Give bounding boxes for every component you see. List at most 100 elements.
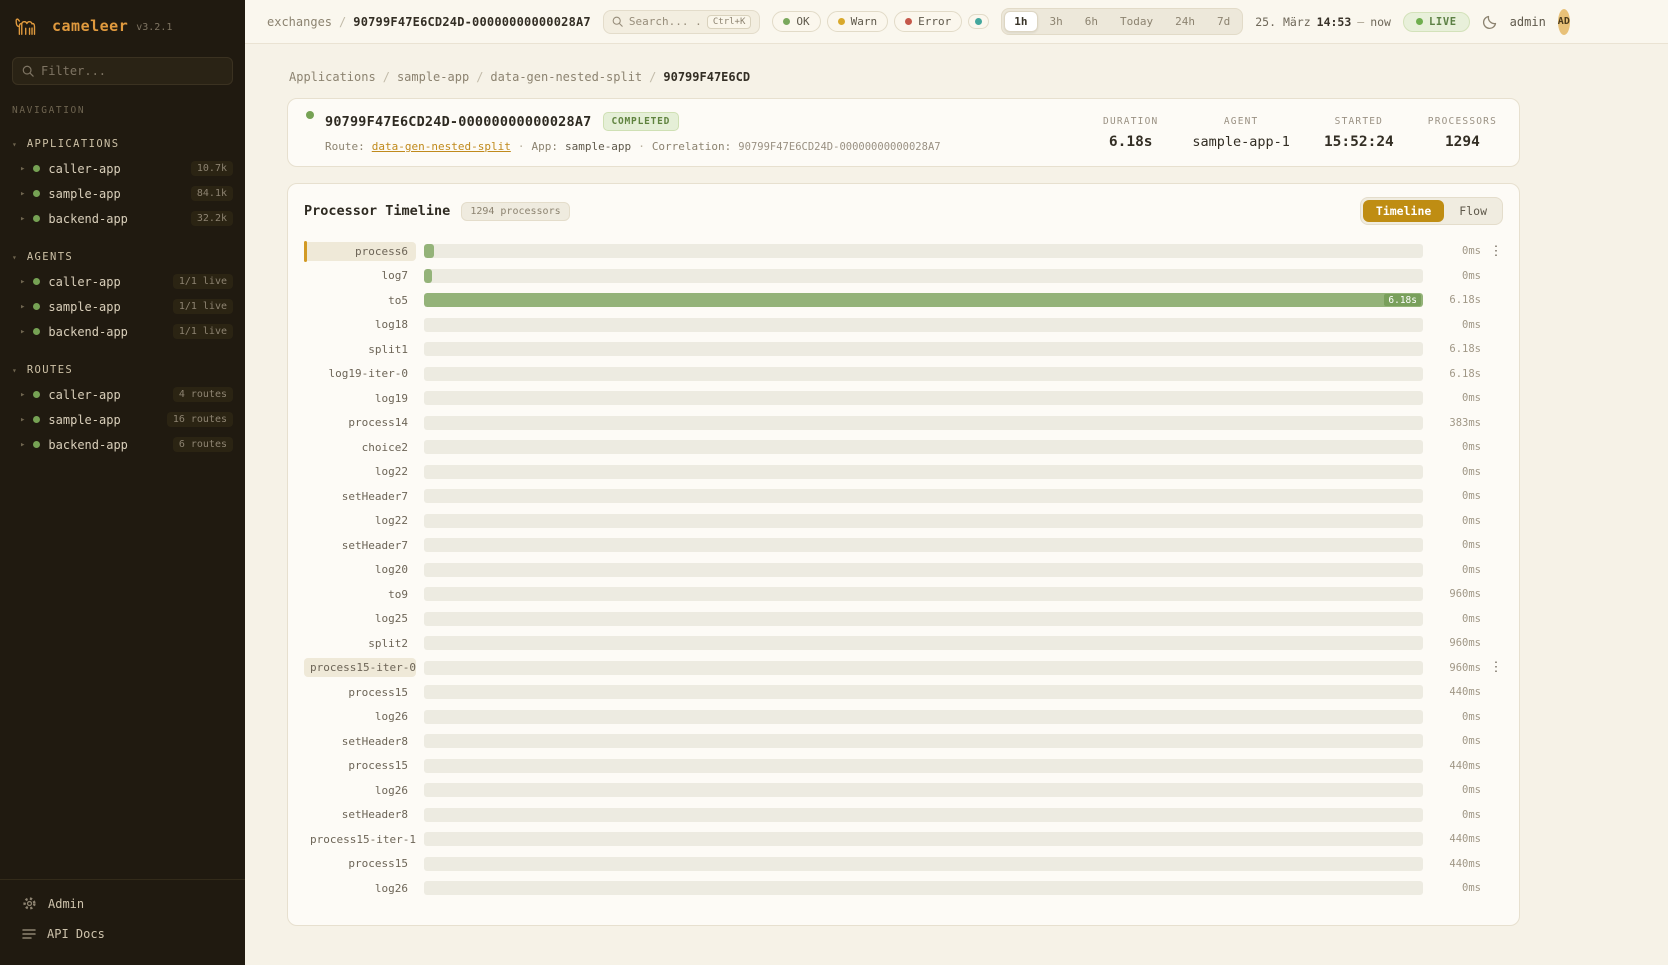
timeline-row[interactable]: process15440ms	[304, 852, 1503, 877]
timeline-track	[424, 465, 1423, 479]
processor-name: log7	[304, 266, 416, 285]
chevron-right-icon: ▸	[20, 440, 25, 450]
live-badge[interactable]: LIVE	[1403, 12, 1470, 32]
timeline-row[interactable]: to56.18s6.18s	[304, 288, 1503, 313]
timeline-row[interactable]: log220ms	[304, 509, 1503, 534]
sidebar-item-sample-app[interactable]: ▸sample-app84.1k	[0, 181, 245, 206]
status-dot	[33, 416, 40, 423]
time-range-3h[interactable]: 3h	[1040, 11, 1073, 32]
timeline-row[interactable]: process14383ms	[304, 411, 1503, 436]
footer-item-api-docs[interactable]: API Docs	[0, 919, 245, 949]
breadcrumb-item[interactable]: data-gen-nested-split	[490, 70, 642, 84]
search-input[interactable]	[629, 15, 701, 28]
sidebar-section: ▾AGENTS▸caller-app1/1 live▸sample-app1/1…	[0, 245, 245, 344]
sidebar-item-sample-app[interactable]: ▸sample-app16 routes	[0, 407, 245, 432]
sidebar-item-caller-app[interactable]: ▸caller-app10.7k	[0, 156, 245, 181]
timeline-row[interactable]: split2960ms	[304, 631, 1503, 656]
timeline-row[interactable]: setHeader70ms	[304, 533, 1503, 558]
time-range-6h[interactable]: 6h	[1075, 11, 1108, 32]
time-range-1h[interactable]: 1h	[1004, 11, 1037, 32]
sidebar-item-caller-app[interactable]: ▸caller-app4 routes	[0, 382, 245, 407]
timeline-row[interactable]: log250ms	[304, 607, 1503, 632]
sidebar-section-header[interactable]: ▾ROUTES	[0, 358, 245, 382]
breadcrumb-section[interactable]: exchanges	[267, 15, 332, 29]
row-duration: 6.18s	[1431, 294, 1481, 306]
row-duration: 0ms	[1431, 735, 1481, 747]
footer-item-admin[interactable]: Admin	[0, 888, 245, 919]
filter-chip-extra[interactable]	[968, 14, 989, 29]
app-value: sample-app	[565, 140, 631, 153]
sidebar-footer: AdminAPI Docs	[0, 879, 245, 965]
timeline-row[interactable]: setHeader80ms	[304, 803, 1503, 828]
timeline-row[interactable]: log180ms	[304, 313, 1503, 338]
time-range-today[interactable]: Today	[1110, 11, 1163, 32]
timeline-row[interactable]: log19-iter-06.18s	[304, 362, 1503, 387]
meta-separator: ·	[518, 140, 525, 153]
processor-count-badge: 1294 processors	[461, 202, 569, 221]
breadcrumb-item[interactable]: Applications	[289, 70, 376, 84]
timeline-row[interactable]: to9960ms	[304, 582, 1503, 607]
kebab-menu-icon[interactable]: ⋮	[1489, 660, 1503, 675]
row-duration: 0ms	[1431, 784, 1481, 796]
sidebar-section-header[interactable]: ▾AGENTS	[0, 245, 245, 269]
stat-value: sample-app-1	[1192, 134, 1290, 150]
chevron-down-icon: ▾	[12, 140, 17, 149]
timeline-row[interactable]: process60ms⋮	[304, 239, 1503, 264]
timeline-bar	[424, 244, 434, 258]
timeline-row[interactable]: process15440ms	[304, 680, 1503, 705]
filter-chip-ok[interactable]: OK	[772, 11, 820, 32]
timeline-row[interactable]: process15-iter-1440ms	[304, 827, 1503, 852]
row-duration: 6.18s	[1431, 368, 1481, 380]
moon-icon[interactable]	[1482, 14, 1498, 30]
sidebar-item-backend-app[interactable]: ▸backend-app32.2k	[0, 206, 245, 231]
sidebar-item-sample-app[interactable]: ▸sample-app1/1 live	[0, 294, 245, 319]
avatar[interactable]: AD	[1558, 9, 1570, 35]
timeline-row[interactable]: setHeader80ms	[304, 729, 1503, 754]
timeline-row[interactable]: process15440ms	[304, 754, 1503, 779]
timeline-row[interactable]: setHeader70ms	[304, 484, 1503, 509]
timeline-row[interactable]: log70ms	[304, 264, 1503, 289]
kebab-menu-icon[interactable]: ⋮	[1489, 244, 1503, 259]
filter-chip-error[interactable]: Error	[894, 11, 962, 32]
sidebar-item-label: backend-app	[48, 325, 127, 339]
sidebar-item-backend-app[interactable]: ▸backend-app1/1 live	[0, 319, 245, 344]
processor-name: setHeader7	[304, 536, 416, 555]
timeline-row[interactable]: log260ms	[304, 876, 1503, 901]
filter-input[interactable]	[41, 64, 223, 78]
row-duration: 960ms	[1431, 588, 1481, 600]
timeline-row[interactable]: log260ms	[304, 778, 1503, 803]
view-toggle-timeline[interactable]: Timeline	[1363, 200, 1444, 222]
breadcrumb: exchanges / 90799F47E6CD24D-000000000000…	[267, 15, 591, 29]
main-content: Applications/sample-app/data-gen-nested-…	[245, 44, 1668, 965]
date-range[interactable]: 25. März 14:53 — now	[1255, 15, 1391, 29]
stat-started: STARTED15:52:24	[1324, 116, 1394, 150]
correlation-label: Correlation:	[652, 140, 731, 153]
search-box[interactable]: Ctrl+K	[603, 10, 761, 34]
route-link[interactable]: data-gen-nested-split	[372, 140, 511, 153]
exchange-meta: Route: data-gen-nested-split · App: samp…	[325, 140, 941, 153]
timeline-row[interactable]: log220ms	[304, 460, 1503, 485]
chevron-right-icon: ▸	[20, 302, 25, 312]
timeline-track	[424, 440, 1423, 454]
sidebar-item-caller-app[interactable]: ▸caller-app1/1 live	[0, 269, 245, 294]
view-toggle-flow[interactable]: Flow	[1446, 200, 1500, 222]
timeline-row[interactable]: log200ms	[304, 558, 1503, 583]
app-logo[interactable]: cameleer v3.2.1	[0, 0, 245, 47]
time-range-7d[interactable]: 7d	[1207, 11, 1240, 32]
sidebar-section-header[interactable]: ▾APPLICATIONS	[0, 132, 245, 156]
sidebar-item-backend-app[interactable]: ▸backend-app6 routes	[0, 432, 245, 457]
filter-chip-warn[interactable]: Warn	[827, 11, 889, 32]
timeline-row[interactable]: split16.18s	[304, 337, 1503, 362]
timeline-row[interactable]: log190ms	[304, 386, 1503, 411]
row-duration: 6.18s	[1431, 343, 1481, 355]
timeline-row[interactable]: process15-iter-0960ms⋮	[304, 656, 1503, 681]
sidebar-item-badge: 84.1k	[191, 186, 233, 201]
sidebar-item-label: caller-app	[48, 275, 120, 289]
breadcrumb-item[interactable]: sample-app	[397, 70, 469, 84]
status-dot	[33, 303, 40, 310]
live-dot	[1416, 18, 1423, 25]
time-range-24h[interactable]: 24h	[1165, 11, 1205, 32]
timeline-row[interactable]: choice20ms	[304, 435, 1503, 460]
main-column: exchanges / 90799F47E6CD24D-000000000000…	[245, 0, 1668, 965]
timeline-row[interactable]: log260ms	[304, 705, 1503, 730]
